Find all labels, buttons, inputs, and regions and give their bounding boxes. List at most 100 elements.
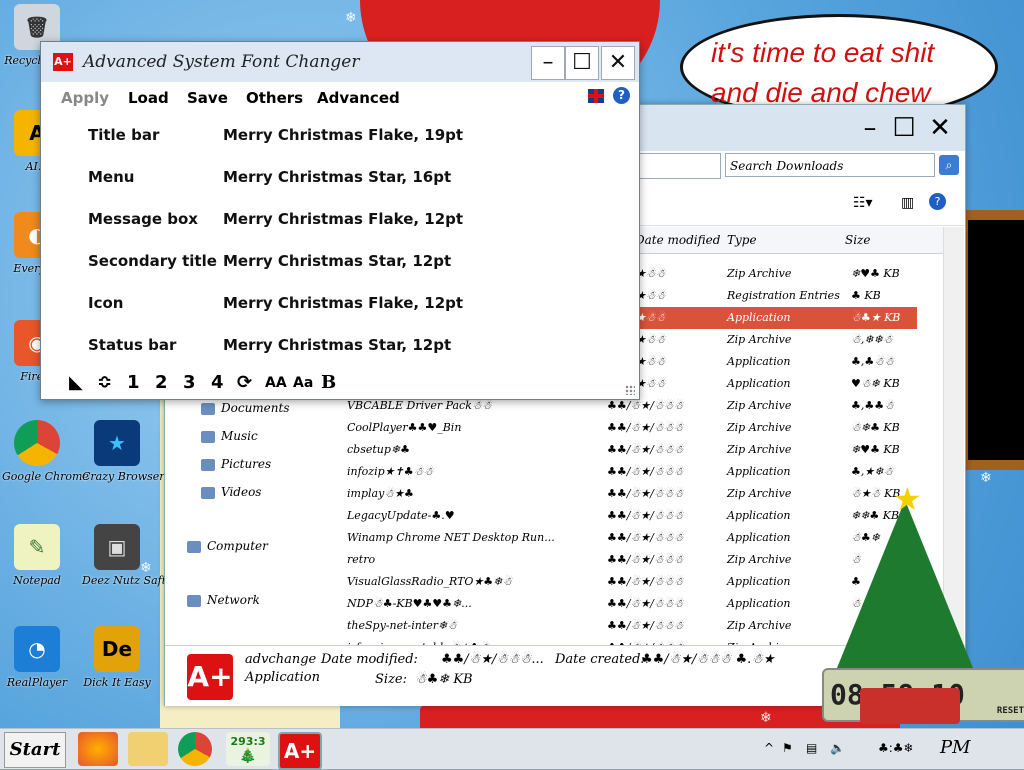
taskbar-font-changer-button[interactable]: A+: [278, 732, 322, 770]
nav-documents[interactable]: Documents: [201, 401, 289, 415]
font-row-message-box[interactable]: Message box Merry Christmas Flake, 12pt: [41, 202, 639, 238]
details-modified-label: Date modified:: [321, 652, 418, 667]
file-type: Application: [727, 377, 791, 390]
volume-icon[interactable]: 🔈: [830, 741, 845, 755]
minimize-button[interactable]: –: [531, 46, 565, 80]
file-size: ♣,♣♣☃: [851, 399, 894, 412]
file-type: Zip Archive: [727, 333, 792, 346]
preset-1-button[interactable]: 1: [127, 372, 140, 393]
security-icon[interactable]: ⚑: [782, 741, 793, 755]
file-name: CoolPlayer♣♣♥_Bin: [347, 421, 462, 434]
taskbar-explorer-icon[interactable]: [128, 732, 168, 766]
file-size: ♣,♣☃☃: [851, 355, 894, 368]
close-button[interactable]: ✕: [601, 46, 635, 80]
file-date: ♣♣/☃★/☃☃☃: [607, 553, 684, 566]
documents-icon: [201, 402, 215, 415]
desktop-icon-dick-it-easy[interactable]: De Dick It Easy: [82, 626, 152, 689]
tray-expand-icon[interactable]: ^: [764, 741, 774, 755]
file-name: VisualGlassRadio_RTO★♣❄☃: [347, 575, 513, 588]
crazy-browser-icon: ★: [94, 420, 140, 466]
desktop-icon-google-chrome[interactable]: Google Chrome: [2, 420, 89, 483]
column-type[interactable]: Type: [727, 233, 757, 247]
nav-network[interactable]: Network: [187, 593, 260, 607]
preview-pane-icon[interactable]: ▥: [901, 195, 914, 211]
font-size-down-icon[interactable]: Aa: [293, 375, 313, 391]
file-date: ♣♣/☃★/☃☃☃: [607, 487, 684, 500]
file-date: ♣♣/☃★/☃☃☃: [607, 399, 684, 412]
tree-icon: 🎄: [239, 747, 257, 764]
file-type: Zip Archive: [727, 267, 792, 280]
preset-4-button[interactable]: 4: [211, 372, 224, 393]
preset-3-button[interactable]: 3: [183, 372, 196, 393]
font-size-up-icon[interactable]: AA: [265, 375, 287, 391]
nav-videos[interactable]: Videos: [201, 485, 261, 499]
explorer-close-button[interactable]: ✕: [923, 113, 957, 143]
start-button[interactable]: Start: [4, 732, 66, 768]
file-date: ♣♣/☃★/☃☃☃: [607, 597, 684, 610]
details-size-value: ☃♣❄ KB: [415, 672, 473, 687]
file-name: infozip★✝♣☃☃: [347, 465, 434, 478]
menu-load[interactable]: Load: [128, 89, 169, 107]
font-row-title-bar[interactable]: Title bar Merry Christmas Flake, 19pt: [41, 118, 639, 154]
file-type: Application: [727, 311, 791, 324]
explorer-maximize-button[interactable]: ☐: [887, 113, 921, 143]
search-input[interactable]: Search Downloads: [725, 153, 935, 177]
font-row-menu[interactable]: Menu Merry Christmas Star, 16pt: [41, 160, 639, 196]
file-size: ☃❄♣ KB: [851, 421, 900, 434]
explorer-minimize-button[interactable]: –: [853, 113, 887, 143]
font-row-secondary-title[interactable]: Secondary title Merry Christmas Star, 12…: [41, 244, 639, 280]
search-icon[interactable]: ⌕: [939, 155, 959, 175]
views-icon[interactable]: ☷▾: [853, 195, 873, 211]
nav-pictures[interactable]: Pictures: [201, 457, 271, 471]
file-type: Zip Archive: [727, 553, 792, 566]
font-row-status-bar[interactable]: Status bar Merry Christmas Star, 12pt: [41, 328, 639, 364]
desktop-icon-realplayer[interactable]: ◔ RealPlayer: [2, 626, 72, 689]
reset-button[interactable]: RESET: [997, 686, 1024, 728]
menu-others[interactable]: Others: [246, 89, 303, 107]
details-size-label: Size:: [375, 672, 407, 687]
resize-grip[interactable]: [625, 385, 635, 395]
help-icon[interactable]: ?: [929, 193, 946, 210]
file-row[interactable]: infozip★✝♣☃☃ ♣♣/☃★/☃☃☃ Application ♣,★❄☃: [341, 461, 917, 483]
address-dropdown[interactable]: [639, 153, 721, 179]
menu-apply[interactable]: Apply: [61, 89, 109, 107]
desktop-icon-crazy-browser[interactable]: ★ Crazy Browser: [82, 420, 165, 483]
die-icon: De: [94, 626, 140, 672]
network-icon[interactable]: ▤: [806, 741, 817, 755]
taskbar-chrome-icon[interactable]: [178, 732, 212, 766]
font-row-icon[interactable]: Icon Merry Christmas Flake, 12pt: [41, 286, 639, 322]
file-row[interactable]: cbsetup❄♣ ♣♣/☃★/☃☃☃ Zip Archive ❄♥♣ KB: [341, 439, 917, 461]
uk-flag-icon[interactable]: [587, 88, 605, 104]
desktop-icon-deez-nutz[interactable]: ▣ Deez Nutz Saft: [82, 524, 166, 587]
preset-2-button[interactable]: 2: [155, 372, 168, 393]
desktop-icon-notepad[interactable]: ✎ Notepad: [2, 524, 72, 587]
column-size[interactable]: Size: [845, 233, 870, 247]
menu-advanced[interactable]: Advanced: [317, 89, 400, 107]
app-large-icon: A+: [187, 654, 233, 700]
details-modified-value: ♣♣/☃★/☃☃☃...: [441, 652, 544, 667]
file-size: ♥☃❄ KB: [851, 377, 900, 390]
column-date-modified[interactable]: Date modified: [635, 233, 720, 247]
file-date: ♣♣/☃★/☃☃☃: [607, 509, 684, 522]
details-created-value: ♣♣/☃★/☃☃☃ ♣.☃★: [641, 652, 775, 667]
nav-computer[interactable]: Computer: [187, 539, 268, 553]
corner-icon[interactable]: ◣: [69, 372, 83, 393]
file-type: Zip Archive: [727, 619, 792, 632]
maximize-button[interactable]: ☐: [565, 46, 599, 80]
nav-music[interactable]: Music: [201, 429, 258, 443]
bold-icon[interactable]: B: [321, 372, 336, 393]
taskbar-counter-button[interactable]: 293:3 🎄: [226, 732, 270, 766]
chrome-icon: [14, 420, 60, 466]
file-name: NDP☃♣-KB♥♣♥♣❄...: [347, 597, 472, 610]
tray-time: ♣:♣❄: [878, 741, 914, 755]
refresh-icon[interactable]: ⟳: [237, 372, 252, 393]
menu-save[interactable]: Save: [187, 89, 228, 107]
clock[interactable]: PM: [940, 737, 971, 758]
collapse-icon[interactable]: ≎: [97, 372, 112, 393]
help-icon[interactable]: ?: [613, 87, 630, 104]
file-size: ❄♥♣ KB: [851, 267, 900, 280]
taskbar-firefox-icon[interactable]: [78, 732, 118, 766]
file-row[interactable]: CoolPlayer♣♣♥_Bin ♣♣/☃★/☃☃☃ Zip Archive ☃❄♣…: [341, 417, 917, 439]
file-type: Application: [727, 575, 791, 588]
app-titlebar[interactable]: A+ Advanced System Font Changer – ☐ ✕: [41, 42, 639, 82]
